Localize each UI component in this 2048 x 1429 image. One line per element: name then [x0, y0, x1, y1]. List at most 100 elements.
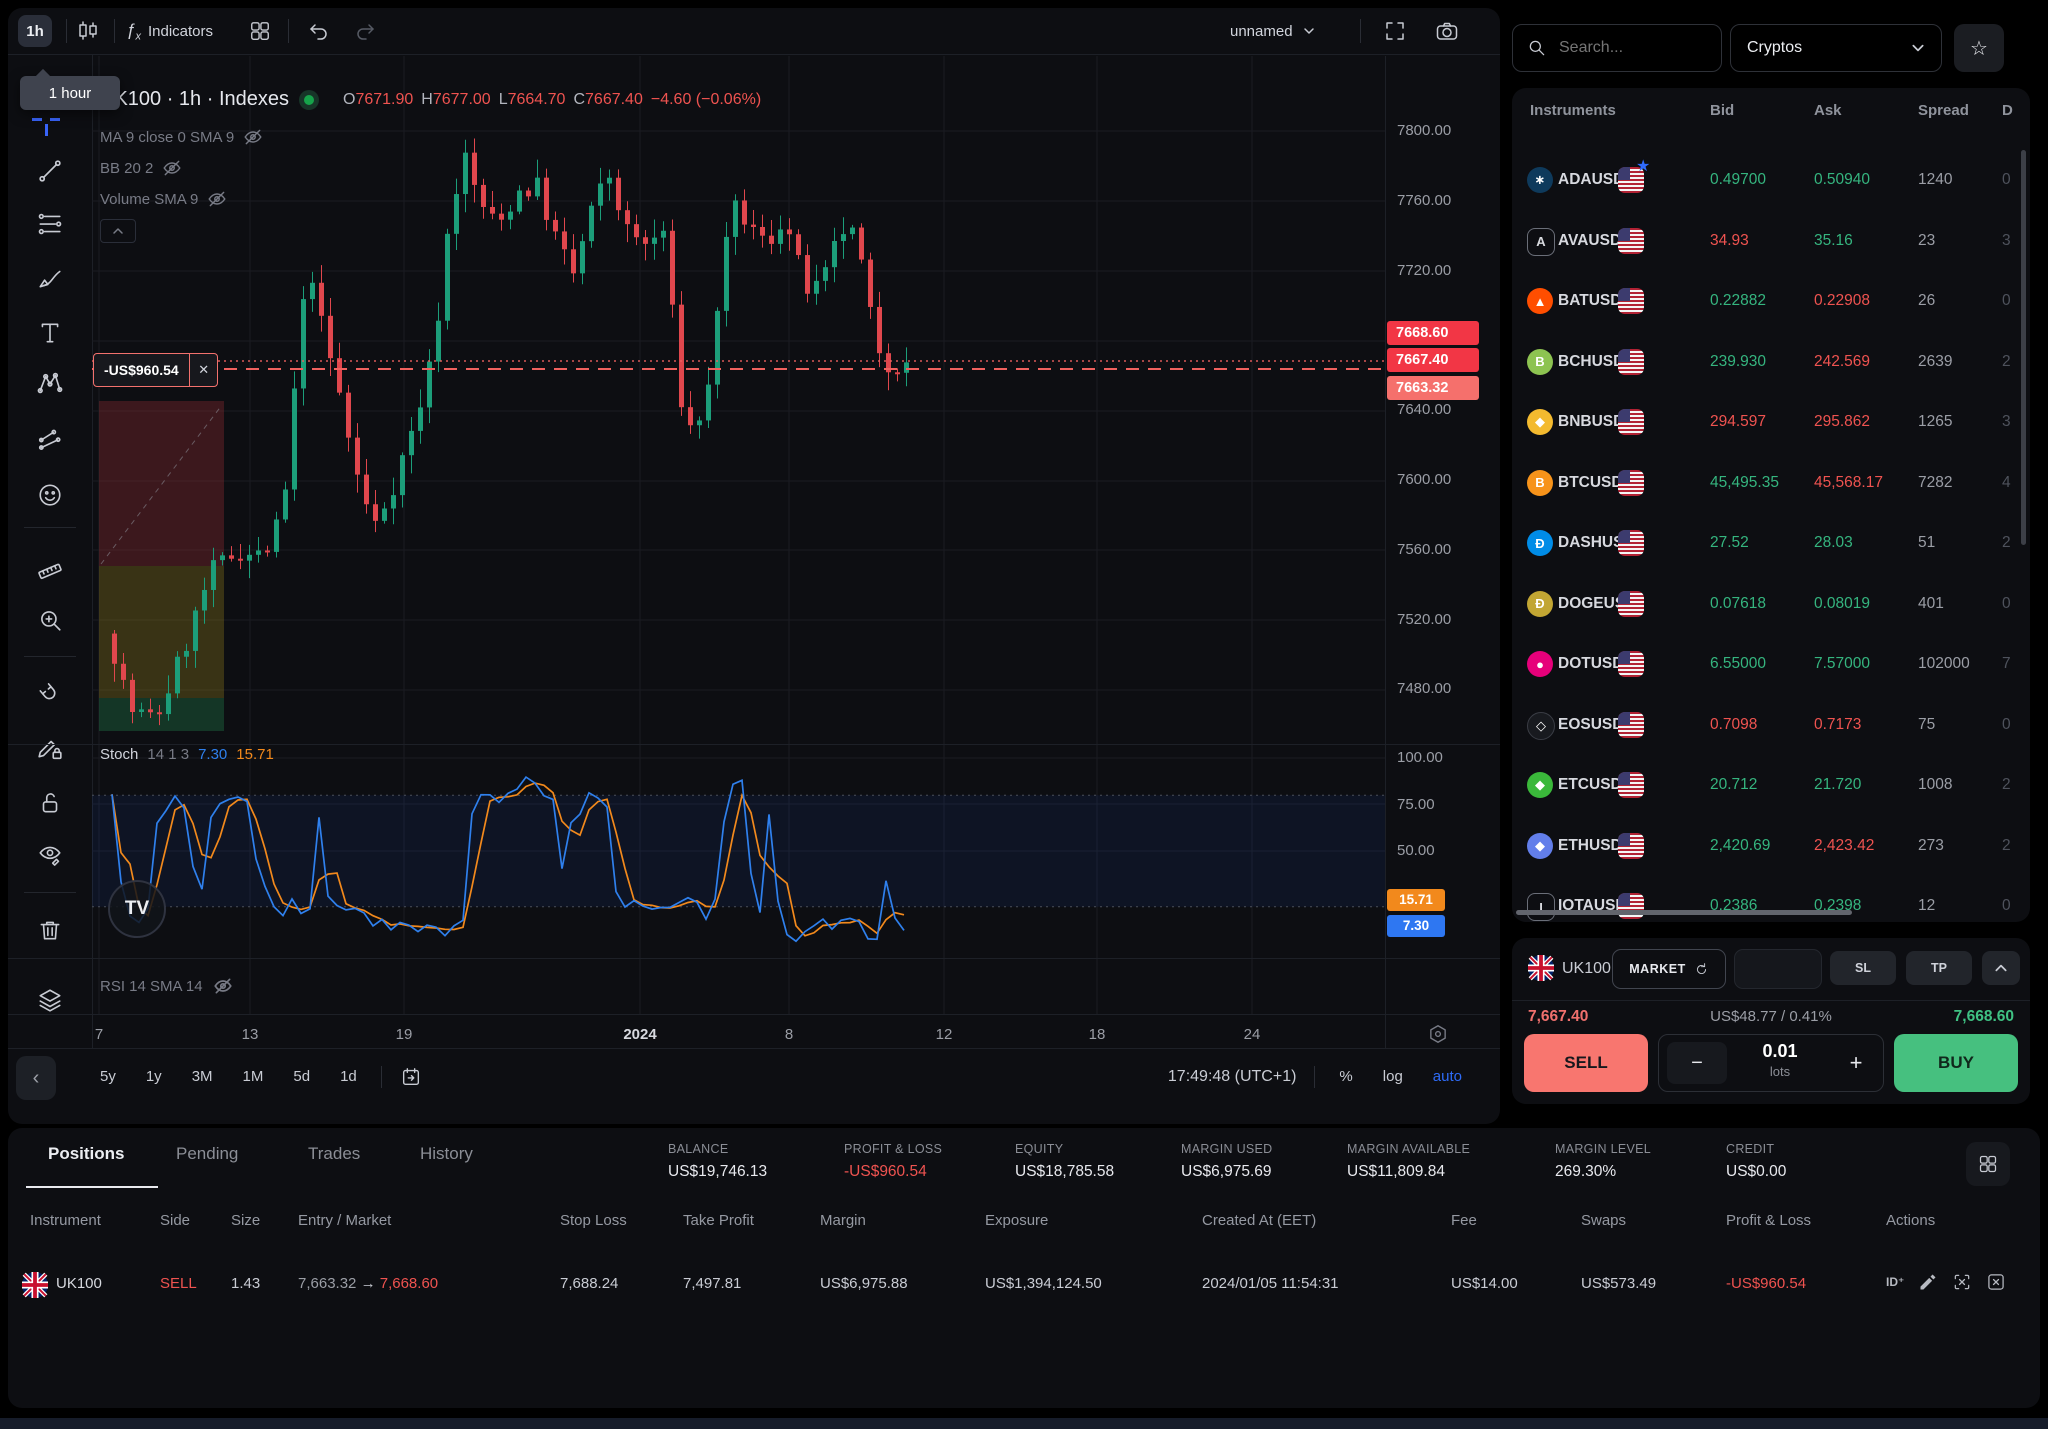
log-scale-button[interactable]: log: [1377, 1064, 1409, 1089]
percent-scale-button[interactable]: %: [1333, 1064, 1358, 1089]
quantity-plus-button[interactable]: +: [1835, 1042, 1877, 1084]
column-stop-loss: Stop Loss: [560, 1212, 627, 1229]
watchlist-row-BNBUSD[interactable]: ◆BNBUSD294.597295.86212653: [1512, 392, 2030, 452]
watchlist-row-IOTAUSD[interactable]: IIOTAUSD0.23860.2398120: [1512, 876, 2030, 922]
watchlist-row-ETHUSD[interactable]: ◆ETHUSD2,420.692,423.422732: [1512, 816, 2030, 876]
collapse-left-button[interactable]: ‹: [16, 1056, 56, 1100]
watchlist-row-DOTUSD[interactable]: ●DOTUSD6.550007.570001020007: [1512, 634, 2030, 694]
buy-button[interactable]: BUY: [1894, 1034, 2018, 1092]
instrument-symbol: BATUSD: [1558, 292, 1621, 310]
take-profit-chip[interactable]: TP: [1906, 951, 1972, 985]
position-pnl-tag[interactable]: -US$960.54 ✕: [93, 353, 218, 387]
clock[interactable]: 17:49:48 (UTC+1): [1168, 1068, 1297, 1086]
watchlist-row-ETCUSD[interactable]: ◆ETCUSD20.71221.72010082: [1512, 755, 2030, 815]
watchlist-row-EOSUSD[interactable]: ◇EOSUSD0.70980.7173750: [1512, 695, 2030, 755]
favorites-button[interactable]: ☆: [1954, 24, 2004, 72]
summary-value: US$0.00: [1726, 1163, 1786, 1181]
us-flag-icon: [1618, 651, 1644, 677]
sell-button[interactable]: SELL: [1524, 1034, 1648, 1092]
tab-history[interactable]: History: [420, 1144, 473, 1164]
tab-trades[interactable]: Trades: [308, 1144, 360, 1164]
uk-flag-icon: [1528, 955, 1554, 981]
change-value: −4.60 (−0.06%): [651, 91, 761, 109]
high-label: H: [421, 91, 433, 108]
day-change-value: 0: [2002, 171, 2011, 189]
order-price-field[interactable]: [1734, 949, 1822, 989]
close-value: 7667.40: [585, 91, 643, 108]
us-flag-icon: [1618, 833, 1644, 859]
position-swaps: US$573.49: [1581, 1275, 1656, 1292]
horizontal-scrollbar[interactable]: [1516, 910, 1852, 915]
stoch-legend[interactable]: Stoch 14 1 3 7.30 15.71: [100, 746, 274, 763]
eye-off-icon[interactable]: [243, 127, 263, 147]
vertical-scrollbar[interactable]: [2021, 150, 2026, 545]
watchlist-row-DOGEUSD[interactable]: ÐDOGEUSD0.076180.080194010: [1512, 574, 2030, 634]
category-select[interactable]: Cryptos: [1730, 24, 1942, 72]
instrument-symbol: ADAUSD: [1558, 171, 1624, 189]
tab-positions[interactable]: Positions: [48, 1144, 125, 1164]
settings-hexagon-icon: [1427, 1023, 1449, 1045]
day-change-value: 4: [2002, 474, 2011, 492]
ask-value: 0.22908: [1814, 292, 1870, 310]
time-axis[interactable]: 7131920248121824: [8, 1022, 1385, 1048]
range-button-1d[interactable]: 1d: [334, 1064, 363, 1089]
axis-settings-button[interactable]: [1424, 1020, 1452, 1048]
watchlist-row-BCHUSD[interactable]: BBCHUSD239.930242.56926392: [1512, 332, 2030, 392]
range-button-5d[interactable]: 5d: [287, 1064, 316, 1089]
symbol-title[interactable]: UK100 · 1h · Indexes: [100, 88, 289, 111]
position-take-profit: 7,497.81: [683, 1275, 741, 1292]
indicator-row[interactable]: BB 20 2: [100, 158, 761, 178]
eye-off-icon[interactable]: [213, 976, 233, 996]
partial-close-icon[interactable]: [1952, 1272, 1972, 1292]
range-button-1y[interactable]: 1y: [140, 1064, 168, 1089]
open-value: 7671.90: [355, 91, 413, 108]
range-button-1M[interactable]: 1M: [237, 1064, 270, 1089]
rsi-legend[interactable]: RSI 14 SMA 14: [100, 976, 233, 996]
column-instrument: Instrument: [30, 1212, 101, 1229]
spread-value: 12: [1918, 897, 1935, 915]
chevron-up-icon: [1994, 961, 2008, 975]
us-flag-icon: [1618, 409, 1644, 435]
watchlist-row-DASHUSD[interactable]: ÐDASHUSD27.5228.03512: [1512, 513, 2030, 573]
watchlist-row-AVAUSD[interactable]: AAVAUSD34.9335.16233: [1512, 211, 2030, 271]
range-button-5y[interactable]: 5y: [94, 1064, 122, 1089]
column-entry-market: Entry / Market: [298, 1212, 391, 1229]
day-change-value: 0: [2002, 716, 2011, 734]
legend-collapse-button[interactable]: [100, 219, 136, 243]
spread-value: 7282: [1918, 474, 1952, 492]
tab-pending[interactable]: Pending: [176, 1144, 238, 1164]
watchlist-row-ADAUSD[interactable]: ∗ADAUSD★0.497000.5094012400: [1512, 150, 2030, 210]
order-type-button[interactable]: MARKET: [1612, 949, 1726, 989]
bid-value: 0.07618: [1710, 595, 1766, 613]
panel-layout-button[interactable]: [1966, 1142, 2010, 1186]
close-position-icon[interactable]: [1986, 1272, 2006, 1292]
auto-scale-button[interactable]: auto: [1427, 1064, 1468, 1089]
indicator-row[interactable]: MA 9 close 0 SMA 9: [100, 127, 761, 147]
column-created-at-eet-: Created At (EET): [1202, 1212, 1316, 1229]
grid-layout-icon: [1978, 1154, 1998, 1174]
indicator-row[interactable]: Volume SMA 9: [100, 189, 761, 209]
tradingview-logo[interactable]: TV: [108, 880, 166, 938]
watchlist-row-BATUSD[interactable]: ▲BATUSD0.228820.22908260: [1512, 271, 2030, 331]
edit-position-icon[interactable]: [1918, 1272, 1938, 1292]
quantity-unit: lots: [1735, 1064, 1825, 1079]
search-box[interactable]: [1512, 24, 1722, 72]
eye-off-icon[interactable]: [162, 158, 182, 178]
open-label: O: [343, 91, 355, 108]
quantity-minus-button[interactable]: −: [1667, 1042, 1727, 1084]
positions-table-row[interactable]: UK100SELL1.437,663.32 → 7,668.607,688.24…: [8, 1266, 2040, 1302]
range-button-3M[interactable]: 3M: [186, 1064, 219, 1089]
eye-off-icon[interactable]: [207, 189, 227, 209]
quantity-value[interactable]: 0.01: [1735, 1041, 1825, 1062]
close-position-tag-button[interactable]: ✕: [190, 362, 217, 378]
market-price: 7,668.60: [380, 1275, 438, 1292]
search-input[interactable]: [1557, 38, 1711, 58]
watchlist-row-BTCUSD[interactable]: BBTCUSD45,495.3545,568.1772824: [1512, 453, 2030, 513]
day-change-value: 3: [2002, 413, 2011, 431]
go-to-date-icon[interactable]: [400, 1066, 422, 1088]
spread-value: 1240: [1918, 171, 1952, 189]
position-id-button[interactable]: ID⁺: [1886, 1275, 1904, 1289]
collapse-order-button[interactable]: [1982, 951, 2020, 985]
coin-icon-ADAUSD: ∗: [1527, 167, 1553, 193]
stop-loss-chip[interactable]: SL: [1830, 951, 1896, 985]
